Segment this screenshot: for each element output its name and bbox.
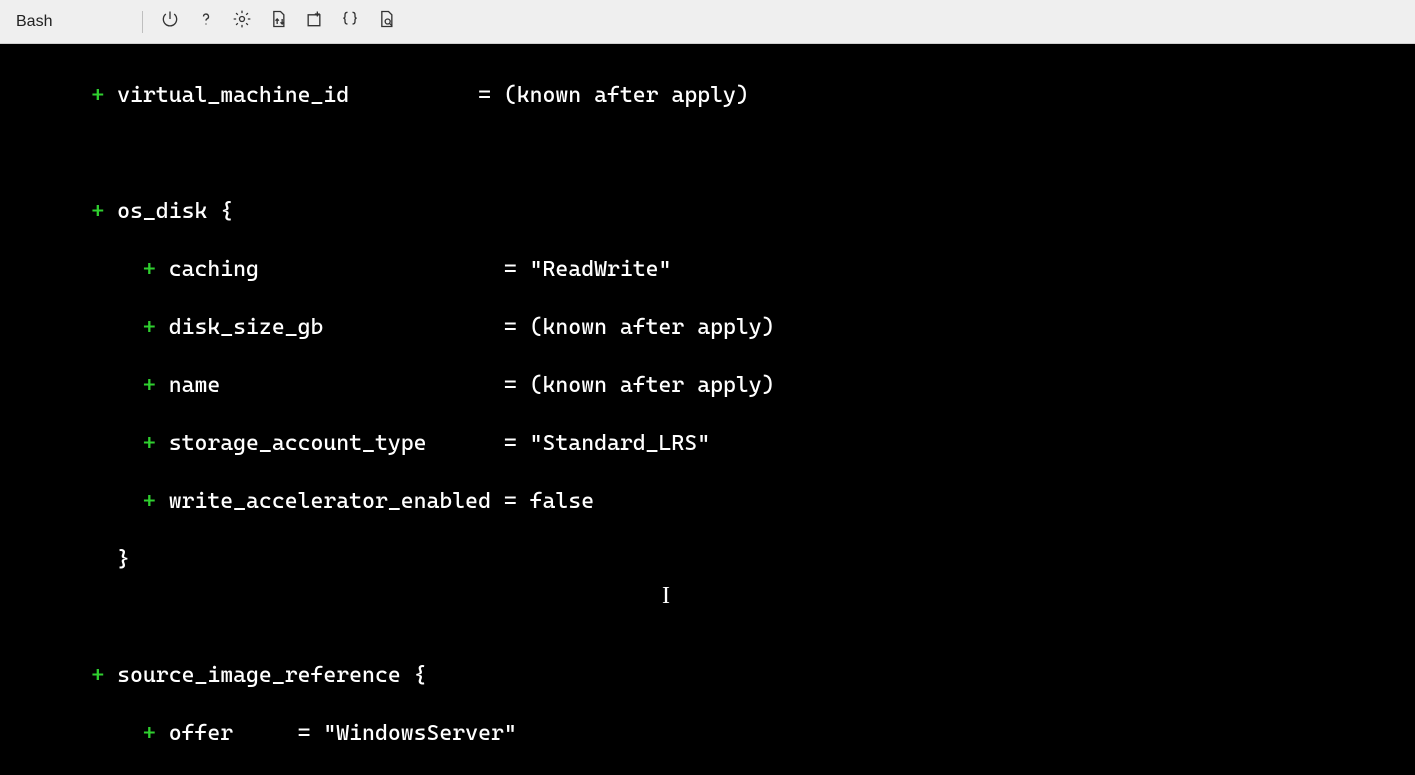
shell-name: Bash [16, 13, 52, 31]
terminal-line: + virtual_machine_id = (known after appl… [14, 81, 1401, 110]
terminal-line: + offer = "WindowsServer" [14, 719, 1401, 748]
restart-button[interactable] [155, 7, 185, 37]
editor-button[interactable] [335, 7, 365, 37]
terminal-line: + storage_account_type = "Standard_LRS" [14, 429, 1401, 458]
settings-button[interactable] [227, 7, 257, 37]
terminal-line: + write_accelerator_enabled = false [14, 487, 1401, 516]
terminal-line: + os_disk { [14, 197, 1401, 226]
terminal-line: } [14, 545, 1401, 574]
terminal-line: + disk_size_gb = (known after apply) [14, 313, 1401, 342]
toolbar-separator [142, 11, 143, 33]
file-search-icon [376, 9, 396, 34]
cloud-shell-toolbar: Bash [0, 0, 1415, 44]
shell-selector[interactable]: Bash [8, 9, 130, 35]
power-icon [160, 9, 180, 34]
terminal-line: + caching = "ReadWrite" [14, 255, 1401, 284]
gear-icon [232, 9, 252, 34]
new-session-button[interactable] [299, 7, 329, 37]
terminal-output[interactable]: + virtual_machine_id = (known after appl… [0, 44, 1415, 775]
terminal-line: + source_image_reference { [14, 661, 1401, 690]
braces-icon [340, 9, 360, 34]
question-icon [196, 9, 216, 34]
terminal-line [14, 139, 1401, 168]
new-window-icon [304, 9, 324, 34]
file-transfer-icon [268, 9, 288, 34]
upload-download-button[interactable] [263, 7, 293, 37]
terminal-line: + name = (known after apply) [14, 371, 1401, 400]
help-button[interactable] [191, 7, 221, 37]
terminal-line [14, 603, 1401, 632]
web-preview-button[interactable] [371, 7, 401, 37]
